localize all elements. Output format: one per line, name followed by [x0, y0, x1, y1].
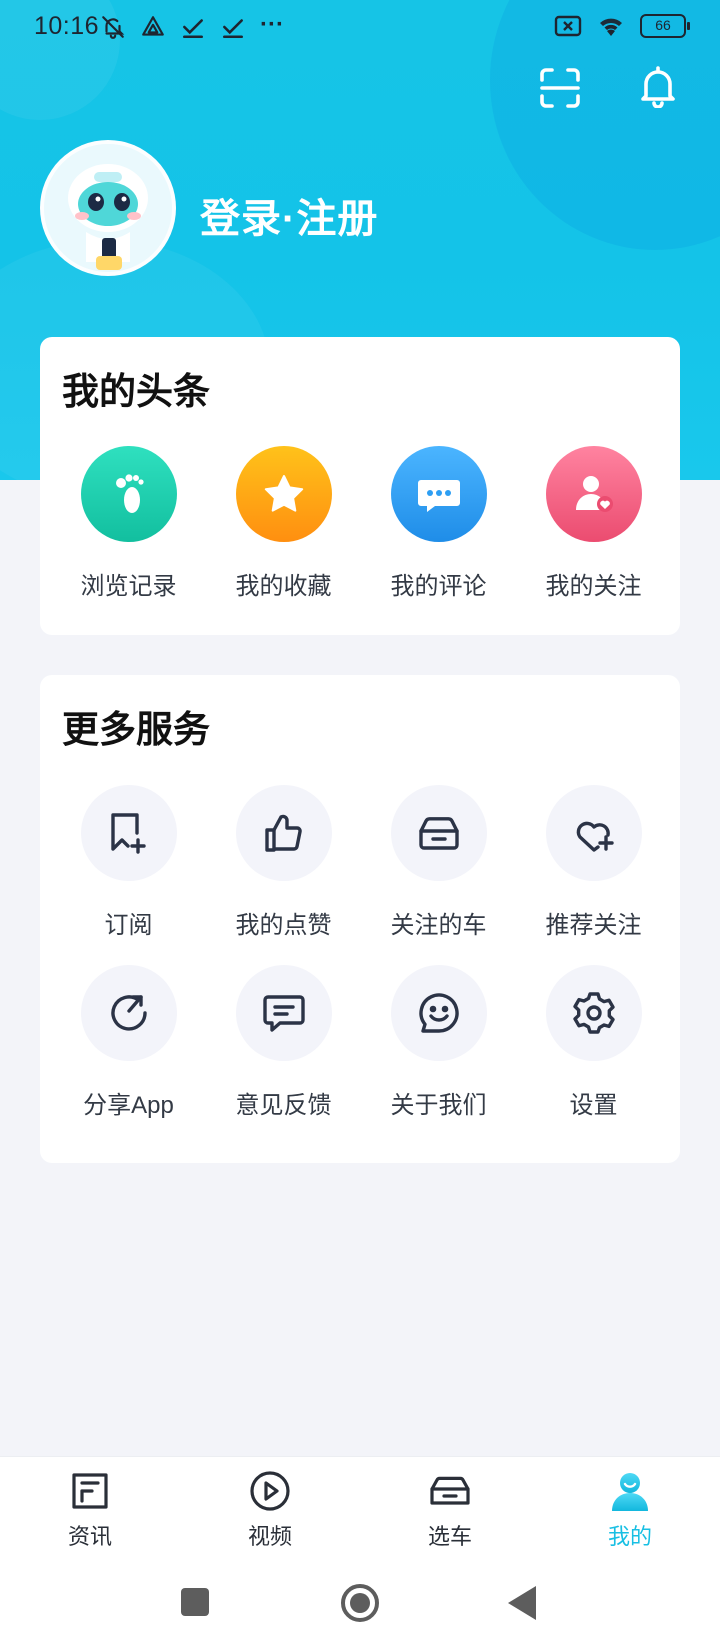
- tab-label: 我的: [607, 1524, 652, 1549]
- tab-video[interactable]: 视频: [180, 1457, 360, 1564]
- menu-item-label: 我的收藏: [235, 573, 332, 600]
- user-heart-icon: [545, 446, 642, 542]
- menu-item-my-likes[interactable]: 我的点赞: [206, 785, 361, 940]
- menu-item-label: 我的点赞: [235, 912, 332, 939]
- more-services-row-2: 分享App 意见反馈 关于我们 设置: [40, 965, 680, 1120]
- menu-item-comments[interactable]: 我的评论: [361, 446, 516, 601]
- menu-item-following[interactable]: 我的关注: [516, 446, 671, 601]
- battery-icon: 66: [640, 14, 690, 38]
- car-nav-icon: [430, 1476, 470, 1505]
- tab-label: 选车: [427, 1524, 472, 1549]
- profile-icon: [612, 1473, 648, 1511]
- menu-item-recommended[interactable]: 推荐关注: [516, 785, 671, 940]
- back-button[interactable]: [508, 1586, 536, 1620]
- status-notification-icons: ···: [100, 11, 284, 40]
- status-system-icons: 66: [554, 14, 690, 38]
- drive-icon: [142, 16, 164, 36]
- car-icon: [390, 785, 487, 881]
- menu-item-feedback[interactable]: 意见反馈: [206, 965, 361, 1120]
- tab-car-select[interactable]: 选车: [360, 1457, 540, 1564]
- menu-item-label: 意见反馈: [235, 1092, 332, 1119]
- menu-item-label: 关注的车: [390, 912, 487, 939]
- gear-icon: [545, 965, 642, 1061]
- feedback-icon: [235, 965, 332, 1061]
- check-icon: [183, 19, 203, 39]
- status-more: ···: [260, 11, 284, 38]
- menu-item-label: 关于我们: [390, 1092, 487, 1119]
- my-headlines-grid: 浏览记录 我的收藏 我的评论 我的关注: [40, 446, 680, 601]
- bell-icon[interactable]: [636, 64, 680, 108]
- system-navigation-bar: [0, 1564, 720, 1650]
- thumbs-up-icon: [235, 785, 332, 881]
- more-services-title: 更多服务: [62, 709, 210, 750]
- menu-item-followed-cars[interactable]: 关注的车: [361, 785, 516, 940]
- menu-item-label: 分享App: [83, 1092, 174, 1119]
- sim-off-icon: [554, 15, 582, 37]
- menu-item-label: 设置: [569, 1092, 618, 1119]
- status-time: 10:16: [34, 12, 100, 40]
- more-services-row-1: 订阅 我的点赞 关注的车 推荐关注: [40, 785, 680, 940]
- status-bar: 10:16 ··· 66: [0, 0, 720, 56]
- smile-icon: [390, 965, 487, 1061]
- star-icon: [235, 446, 332, 542]
- menu-item-browse-history[interactable]: 浏览记录: [51, 446, 206, 601]
- login-register-link[interactable]: 登录·注册: [200, 186, 378, 244]
- more-services-card: 更多服务 订阅 我的点赞 关注的车 推荐关注 分享App 意见反馈 关于我们 设…: [40, 675, 680, 1163]
- avatar[interactable]: [40, 140, 176, 276]
- menu-item-label: 我的评论: [390, 573, 487, 600]
- footprint-icon: [80, 446, 177, 542]
- menu-item-subscribe[interactable]: 订阅: [51, 785, 206, 940]
- menu-item-favorites[interactable]: 我的收藏: [206, 446, 361, 601]
- menu-item-label: 我的关注: [545, 573, 642, 600]
- news-icon: [72, 1473, 108, 1509]
- heart-plus-icon: [545, 785, 642, 881]
- tab-label: 资讯: [67, 1524, 112, 1549]
- menu-item-share-app[interactable]: 分享App: [51, 965, 206, 1120]
- play-icon: [250, 1471, 290, 1511]
- share-refresh-icon: [80, 965, 177, 1061]
- tab-news[interactable]: 资讯: [0, 1457, 180, 1564]
- mascot-avatar-icon: [44, 144, 172, 272]
- menu-item-label: 推荐关注: [545, 912, 642, 939]
- comment-icon: [390, 446, 487, 542]
- check-icon: [223, 19, 243, 39]
- home-button[interactable]: [341, 1584, 379, 1622]
- menu-item-about-us[interactable]: 关于我们: [361, 965, 516, 1120]
- menu-item-label: 浏览记录: [80, 573, 177, 600]
- menu-item-settings[interactable]: 设置: [516, 965, 671, 1120]
- menu-item-label: 订阅: [104, 912, 153, 939]
- bottom-tab-bar: 资讯 视频 选车 我的: [0, 1456, 720, 1564]
- recent-apps-button[interactable]: [181, 1588, 209, 1616]
- my-headlines-card: 我的头条 浏览记录 我的收藏 我的评论 我的关注: [40, 337, 680, 635]
- tab-mine[interactable]: 我的: [540, 1457, 720, 1564]
- mute-icon: [102, 16, 125, 39]
- bookmark-plus-icon: [80, 785, 177, 881]
- tab-label: 视频: [247, 1524, 292, 1549]
- my-headlines-title: 我的头条: [62, 371, 210, 412]
- wifi-icon: [600, 18, 622, 36]
- scan-icon[interactable]: [538, 66, 582, 110]
